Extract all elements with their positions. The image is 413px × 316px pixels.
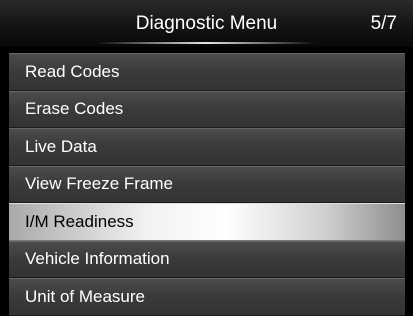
menu-item-label: Read Codes [25,61,120,81]
menu-item-im-readiness[interactable]: I/M Readiness [9,203,405,241]
menu-item-label: Vehicle Information [25,249,170,269]
menu-item-label: Erase Codes [25,99,124,119]
menu-item-label: View Freeze Frame [25,174,174,194]
title-bar: Diagnostic Menu 5/7 [0,0,413,47]
menu-item-label: Live Data [25,136,97,156]
menu-item-label: I/M Readiness [25,211,134,231]
menu-item-vehicle-information[interactable]: Vehicle Information [9,240,405,278]
menu-item-label: Unit of Measure [25,286,145,306]
menu-item-unit-of-measure[interactable]: Unit of Measure [9,278,405,316]
menu-item-live-data[interactable]: Live Data [9,128,405,166]
menu-item-read-codes[interactable]: Read Codes [9,53,405,91]
page-title: Diagnostic Menu [135,13,278,34]
title-underline [96,42,316,44]
page-indicator: 5/7 [370,13,397,34]
menu-item-erase-codes[interactable]: Erase Codes [9,90,405,128]
diagnostic-screen: Diagnostic Menu 5/7 Read Codes Erase Cod… [0,0,413,316]
diagnostic-menu-list: Read Codes Erase Codes Live Data View Fr… [9,53,405,316]
menu-item-view-freeze-frame[interactable]: View Freeze Frame [9,165,405,203]
